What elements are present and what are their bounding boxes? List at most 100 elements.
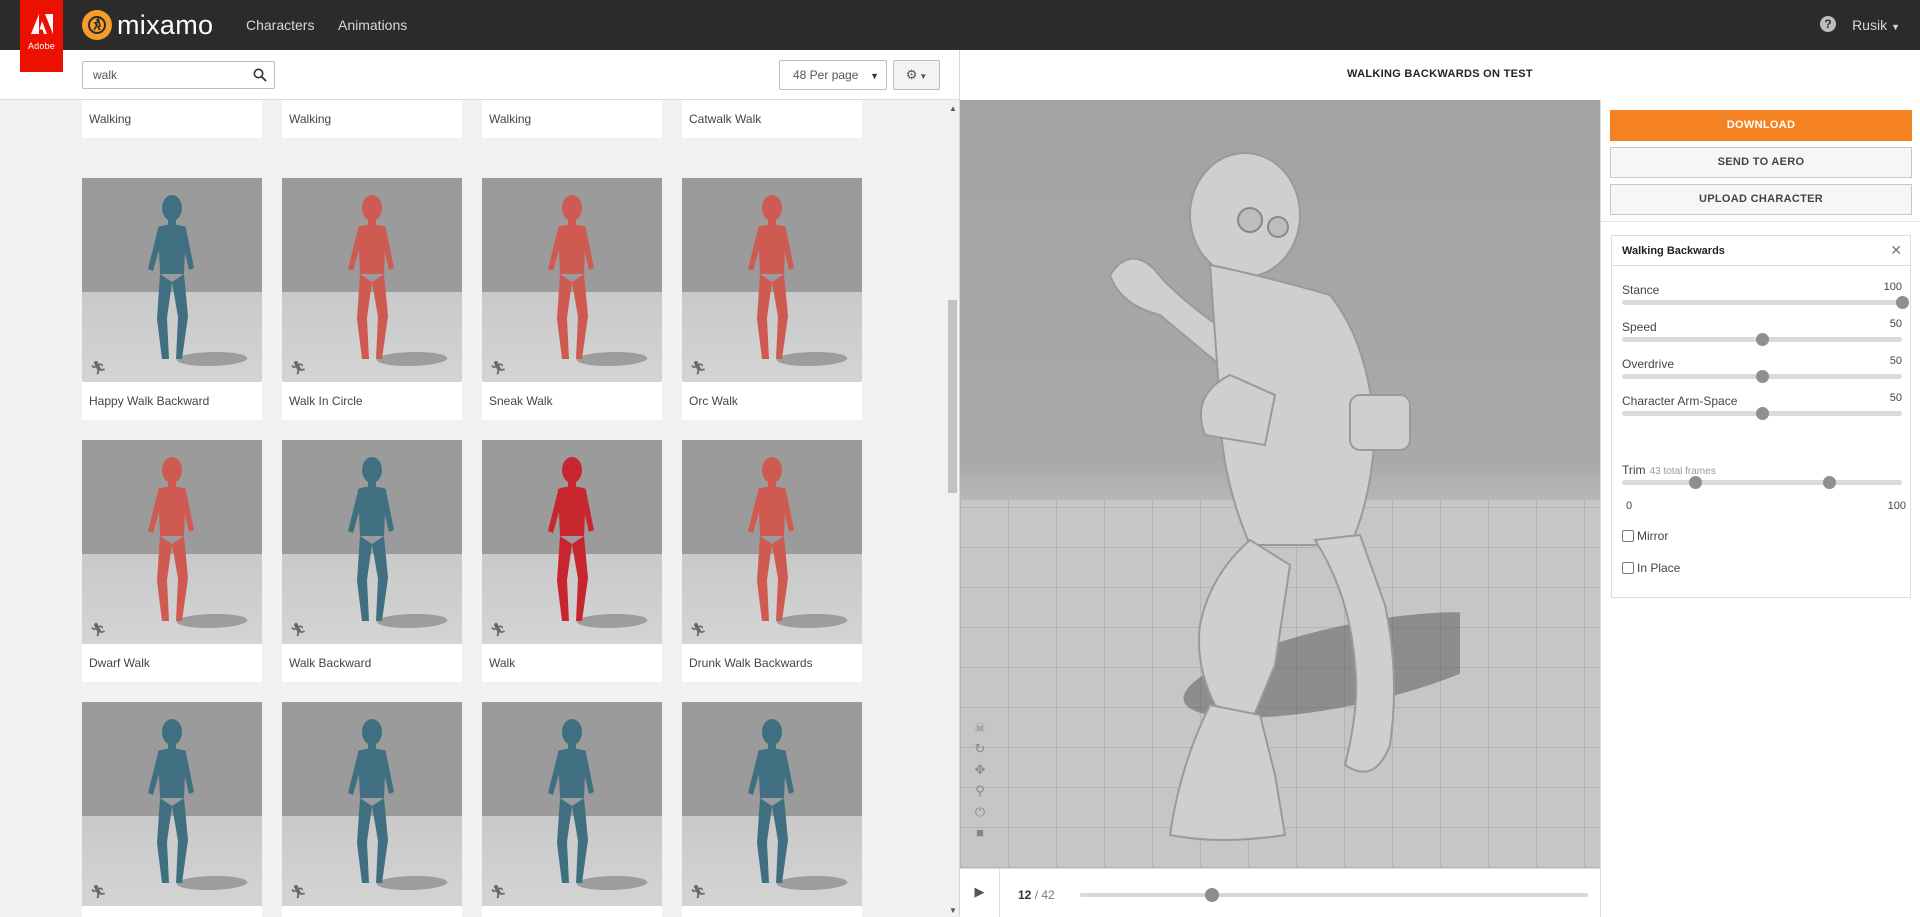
animation-card[interactable]: 🏃︎Walking — [282, 100, 462, 138]
running-figure-icon: 🏃︎ — [690, 885, 707, 900]
param-speed-slider[interactable] — [1622, 333, 1902, 346]
power-icon[interactable]: ⏻ — [972, 804, 988, 825]
animation-card[interactable]: 🏃︎ Sneak Walk — [482, 178, 662, 420]
animation-card[interactable]: 🏃︎ Walk — [482, 440, 662, 682]
animation-card-label: Walking — [289, 112, 332, 126]
character-figure — [748, 457, 794, 621]
panel-title: Walking Backwards — [1612, 236, 1910, 266]
slider-handle[interactable] — [1896, 296, 1909, 309]
zoom-icon[interactable]: ⚲ — [972, 783, 988, 804]
nav-characters[interactable]: Characters — [246, 17, 314, 33]
animation-thumbnail[interactable]: 🏃︎ — [82, 440, 262, 644]
in-place-checkbox-box[interactable] — [1622, 562, 1634, 574]
animation-thumbnail[interactable]: 🏃︎ — [282, 440, 462, 644]
close-icon[interactable]: ✕ — [1890, 242, 1902, 259]
pan-icon[interactable]: ✥ — [972, 762, 988, 783]
animation-thumbnail[interactable]: 🏃︎ — [82, 702, 262, 906]
trim-min: 0 — [1626, 500, 1633, 512]
play-icon[interactable]: ▶ — [960, 869, 1000, 917]
timeline-track[interactable] — [1080, 888, 1588, 902]
param-overdrive-slider[interactable] — [1622, 370, 1902, 383]
skeleton-icon[interactable]: ☠ — [972, 720, 988, 741]
animation-thumbnail[interactable]: 🏃︎ — [682, 178, 862, 382]
reset-rotation-icon[interactable]: ↻ — [972, 741, 988, 762]
animation-thumbnail[interactable]: 🏃︎ — [482, 178, 662, 382]
scroll-up-icon[interactable]: ▲ — [949, 104, 957, 113]
animation-card-label — [282, 906, 462, 917]
param-speed-label: Speed — [1622, 320, 1657, 334]
animation-thumbnail[interactable]: 🏃︎ — [82, 178, 262, 382]
animation-card[interactable]: 🏃︎Walking — [482, 100, 662, 138]
trim-start-handle[interactable] — [1688, 476, 1702, 489]
viewer-header: WALKING BACKWARDS ON TEST — [960, 50, 1920, 100]
adobe-logo[interactable]: Adobe — [20, 0, 63, 72]
animation-card-label: Sneak Walk — [489, 394, 553, 408]
animation-card[interactable]: 🏃︎Catwalk Walk — [682, 100, 862, 138]
animation-card[interactable]: 🏃︎ Walk Backward — [282, 440, 462, 682]
running-figure-icon: 🏃︎ — [290, 885, 307, 900]
timeline-scrubber[interactable] — [1205, 888, 1220, 902]
in-place-checkbox[interactable]: In Place — [1622, 561, 1680, 575]
param-stance-value: 100 — [1883, 281, 1902, 293]
animation-thumbnail[interactable]: 🏃︎ — [682, 440, 862, 644]
param-trim: Trim 43 total frames — [1622, 461, 1902, 489]
param-overdrive-label: Overdrive — [1622, 357, 1675, 371]
mixamo-brand[interactable]: mixamo — [82, 9, 213, 41]
animation-card[interactable]: 🏃︎ — [482, 702, 662, 917]
param-character-arm-space-slider[interactable] — [1622, 407, 1902, 420]
character-figure — [148, 719, 194, 883]
animation-card[interactable]: 🏃︎ — [682, 702, 862, 917]
search-input[interactable] — [83, 62, 243, 88]
viewport-tools: ☠ ↻ ✥ ⚲ ⏻ ■ — [972, 720, 988, 846]
slider-handle[interactable] — [1756, 407, 1769, 420]
running-figure-icon: 🏃︎ — [490, 885, 507, 900]
slider-handle[interactable] — [1756, 333, 1769, 346]
animation-card[interactable]: 🏃︎ Happy Walk Backward — [82, 178, 262, 420]
per-page-select[interactable]: 48 Per page ▼ — [779, 60, 887, 90]
search-icon[interactable] — [253, 68, 267, 82]
animation-card-label: Walk — [489, 656, 516, 670]
scrollbar-thumb[interactable] — [948, 300, 957, 493]
mirror-checkbox[interactable]: Mirror — [1622, 529, 1668, 543]
animation-thumbnail[interactable]: 🏃︎ — [482, 440, 662, 644]
animation-card[interactable]: 🏃︎ — [82, 702, 262, 917]
3d-viewport[interactable]: ☠ ↻ ✥ ⚲ ⏻ ■ — [960, 100, 1600, 868]
animation-card-label — [482, 906, 662, 917]
animation-card[interactable]: 🏃︎ Orc Walk — [682, 178, 862, 420]
user-menu[interactable]: Rusik ▼ — [1852, 17, 1900, 33]
adobe-icon — [30, 14, 53, 34]
send-to-aero-button[interactable]: SEND TO AERO — [1610, 147, 1912, 178]
download-button[interactable]: DOWNLOAD — [1610, 110, 1912, 141]
animation-card[interactable]: 🏃︎ — [282, 702, 462, 917]
library-toolbar: 48 Per page ▼ ⚙▼ — [0, 50, 960, 100]
animation-card[interactable]: 🏃︎Walking — [82, 100, 262, 138]
animation-thumbnail[interactable]: 🏃︎ — [282, 702, 462, 906]
upload-character-button[interactable]: UPLOAD CHARACTER — [1610, 184, 1912, 215]
trim-end-handle[interactable] — [1823, 476, 1837, 489]
character-model — [1108, 152, 1460, 841]
library-scrollbar[interactable]: ▲ ▼ — [945, 100, 960, 917]
animation-thumbnail[interactable]: 🏃︎ — [282, 178, 462, 382]
animation-card[interactable]: 🏃︎ Walk In Circle — [282, 178, 462, 420]
trim-slider[interactable] — [1622, 476, 1902, 489]
animation-card-label: Drunk Walk Backwards — [689, 656, 813, 670]
running-figure-icon: 🏃︎ — [690, 361, 707, 376]
animation-thumbnail[interactable]: 🏃︎ — [682, 702, 862, 906]
nav-animations[interactable]: Animations — [338, 17, 407, 33]
animation-card-label — [82, 906, 262, 917]
search-box[interactable] — [82, 61, 275, 89]
scroll-down-icon[interactable]: ▼ — [949, 906, 957, 915]
animation-card[interactable]: 🏃︎ Dwarf Walk — [82, 440, 262, 682]
mirror-checkbox-box[interactable] — [1622, 530, 1634, 542]
animation-thumbnail[interactable]: 🏃︎ — [482, 702, 662, 906]
animation-card[interactable]: 🏃︎ Drunk Walk Backwards — [682, 440, 862, 682]
settings-button[interactable]: ⚙ ▼ — [893, 60, 940, 90]
running-figure-icon: 🏃︎ — [290, 623, 307, 638]
help-icon[interactable]: ? — [1820, 16, 1836, 32]
animation-card-label: Walk In Circle — [289, 394, 363, 408]
character-figure — [148, 195, 194, 359]
in-place-label: In Place — [1637, 561, 1681, 575]
camera-icon[interactable]: ■ — [972, 825, 988, 846]
param-stance-slider[interactable] — [1622, 296, 1909, 309]
slider-handle[interactable] — [1756, 370, 1769, 383]
